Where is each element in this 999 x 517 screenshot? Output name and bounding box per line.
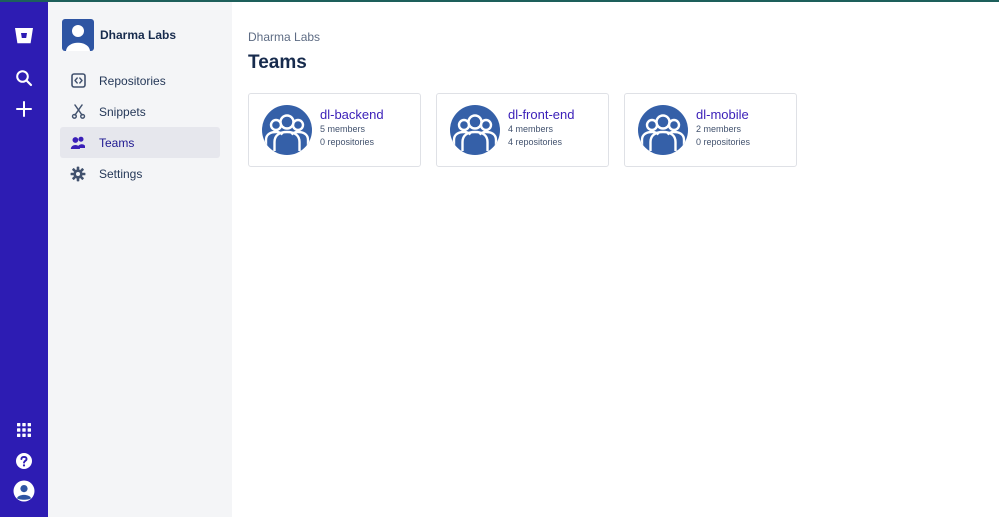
- workspace-sidebar: Dharma Labs Repositories Snippets Teams …: [48, 0, 232, 517]
- sidebar-item-label: Settings: [99, 166, 143, 181]
- bitbucket-logo-icon[interactable]: [8, 20, 40, 52]
- team-avatar-icon: [450, 105, 500, 155]
- sidebar-nav: Repositories Snippets Teams Settings: [60, 65, 220, 189]
- team-avatar-icon: [262, 105, 312, 155]
- team-members-count: 4 members: [508, 124, 554, 134]
- sidebar-item-label: Teams: [99, 135, 135, 150]
- workspace-avatar: [62, 19, 94, 51]
- top-accent-line: [0, 0, 999, 2]
- global-nav: [0, 0, 48, 517]
- breadcrumb[interactable]: Dharma Labs: [248, 30, 320, 44]
- team-repositories-count: 4 repositories: [508, 137, 563, 147]
- scissors-icon: [70, 104, 86, 120]
- gear-icon: [70, 166, 86, 182]
- team-name[interactable]: dl-backend: [320, 107, 384, 122]
- team-card-dl-front-end[interactable]: dl-front-end 4 members 4 repositories: [436, 93, 609, 167]
- profile-avatar-icon[interactable]: [8, 475, 40, 507]
- team-card-dl-mobile[interactable]: dl-mobile 2 members 0 repositories: [624, 93, 797, 167]
- help-icon[interactable]: [8, 445, 40, 477]
- sidebar-item-teams[interactable]: Teams: [60, 127, 220, 158]
- team-members-count: 5 members: [320, 124, 366, 134]
- plus-icon[interactable]: [8, 93, 40, 125]
- sidebar-item-label: Snippets: [99, 104, 146, 119]
- team-repositories-count: 0 repositories: [320, 137, 375, 147]
- team-name[interactable]: dl-front-end: [508, 107, 574, 122]
- sidebar-item-repositories[interactable]: Repositories: [60, 65, 220, 96]
- team-members-count: 2 members: [696, 124, 742, 134]
- search-icon[interactable]: [8, 62, 40, 94]
- team-card-dl-backend[interactable]: dl-backend 5 members 0 repositories: [248, 93, 421, 167]
- sidebar-item-snippets[interactable]: Snippets: [60, 96, 220, 127]
- workspace-name: Dharma Labs: [100, 28, 177, 42]
- app-switcher-icon[interactable]: [8, 414, 40, 446]
- team-name[interactable]: dl-mobile: [696, 107, 749, 122]
- workspace-header[interactable]: Dharma Labs: [62, 19, 176, 51]
- sidebar-item-label: Repositories: [99, 73, 166, 88]
- team-repositories-count: 0 repositories: [696, 137, 751, 147]
- code-repository-icon: [70, 73, 86, 89]
- people-icon: [70, 135, 86, 151]
- page-title: Teams: [248, 52, 307, 73]
- team-avatar-icon: [638, 105, 688, 155]
- sidebar-item-settings[interactable]: Settings: [60, 158, 220, 189]
